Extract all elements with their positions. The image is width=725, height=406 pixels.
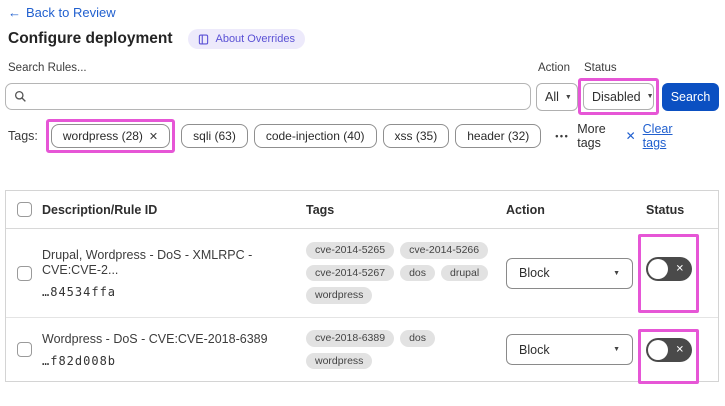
chevron-down-icon: ▼: [646, 93, 654, 100]
search-rules-input[interactable]: [33, 89, 522, 104]
rule-description: Drupal, Wordpress - DoS - XMLRPC - CVE:C…: [42, 247, 253, 277]
rule-tags: cve-2014-5265 cve-2014-5266 cve-2014-5267 d…: [306, 239, 506, 307]
search-rules-label: Search Rules...: [8, 62, 87, 74]
rule-tag: cve-2014-5266: [400, 242, 489, 259]
more-tags-label: More tags: [577, 122, 606, 150]
rules-table: Description/Rule ID Tags Action Status D…: [5, 190, 719, 384]
rule-tag: dos: [400, 330, 435, 347]
rule-tag: drupal: [441, 264, 489, 282]
selected-tag-highlight-box: wordpress (28) ✕: [45, 119, 176, 153]
rule-description: Wordpress - DoS - CVE:CVE-2018-6389: [42, 331, 268, 346]
tags-bar: Tags: wordpress (28) ✕ sqli (63) code-inj…: [8, 119, 719, 153]
select-all-checkbox[interactable]: [16, 202, 32, 217]
action-select[interactable]: Block ▼: [506, 334, 633, 365]
about-overrides-label: About Overrides: [215, 33, 295, 45]
status-label: Status: [584, 62, 617, 74]
toggle-off-icon: ✕: [675, 263, 684, 275]
status-toggle[interactable]: ✕: [646, 338, 692, 362]
row-checkbox[interactable]: [16, 265, 32, 281]
status-dropdown-value: Disabled: [592, 89, 641, 104]
close-icon: ✕: [625, 129, 636, 143]
tag-pill-list: sqli (63) code-injection (40) xss (35) head…: [181, 124, 542, 148]
tag-pill[interactable]: xss (35): [382, 124, 450, 148]
back-arrow-icon: ←: [8, 5, 21, 20]
table-row: Drupal, Wordpress - DoS - XMLRPC - CVE:C…: [6, 229, 718, 318]
status-highlight-box: Disabled ▼: [578, 78, 659, 115]
about-overrides-badge[interactable]: About Overrides: [188, 29, 305, 49]
action-select[interactable]: Block ▼: [506, 257, 633, 289]
action-dropdown[interactable]: All ▼: [536, 83, 578, 111]
status-toggle[interactable]: ✕: [646, 257, 692, 281]
remove-tag-icon[interactable]: ✕: [149, 130, 158, 143]
back-to-review-link[interactable]: ← Back to Review: [8, 5, 116, 20]
rule-tags: cve-2018-6389 dos wordpress: [306, 327, 506, 372]
tag-pill-label: wordpress (28): [62, 129, 143, 143]
column-action: Action: [506, 202, 545, 217]
clear-tags-label: Clear tags: [642, 122, 673, 150]
rule-id: …f82d008b: [42, 353, 117, 368]
chevron-down-icon: ▼: [613, 346, 620, 353]
column-tags: Tags: [306, 202, 335, 217]
rule-id: …84534ffa: [42, 284, 117, 299]
tag-pill[interactable]: header (32): [455, 124, 542, 148]
page-title: Configure deployment: [8, 30, 173, 47]
toggle-off-icon: ✕: [675, 344, 684, 356]
toggle-knob: [648, 340, 668, 360]
more-tags-button[interactable]: ••• More tags: [555, 122, 619, 150]
action-dropdown-value: All: [545, 90, 559, 104]
clear-tags-button[interactable]: ✕ Clear tags: [626, 122, 687, 150]
back-link-label: Back to Review: [26, 5, 116, 20]
search-button[interactable]: Search: [662, 83, 719, 111]
tag-pill[interactable]: sqli (63): [181, 124, 248, 148]
search-rules-box: [5, 83, 531, 110]
toggle-knob: [648, 259, 668, 279]
tag-pill[interactable]: code-injection (40): [253, 124, 377, 148]
chevron-down-icon: ▼: [613, 269, 620, 277]
tag-pill-wordpress[interactable]: wordpress (28) ✕: [50, 124, 171, 148]
action-select-value: Block: [519, 342, 550, 357]
rule-tag: dos: [400, 264, 435, 282]
row-checkbox[interactable]: [16, 342, 32, 357]
book-icon: [198, 33, 209, 45]
rule-tag: wordpress: [306, 287, 373, 304]
rule-tag: cve-2018-6389: [306, 330, 395, 347]
table-header-row: Description/Rule ID Tags Action Status: [6, 191, 718, 229]
rule-tag: cve-2014-5265: [306, 242, 395, 259]
search-icon: [14, 90, 27, 103]
table-row: Wordpress - DoS - CVE:CVE-2018-6389 …f82…: [6, 318, 718, 384]
action-label: Action: [538, 62, 570, 74]
status-dropdown[interactable]: Disabled ▼: [583, 83, 654, 110]
rule-tag: cve-2014-5267: [306, 264, 395, 282]
tags-label: Tags:: [8, 129, 38, 143]
action-select-value: Block: [519, 266, 550, 280]
column-status: Status: [646, 202, 685, 217]
chevron-down-icon: ▼: [564, 93, 572, 101]
ellipsis-icon: •••: [555, 131, 570, 141]
rule-tag: wordpress: [306, 352, 373, 369]
page-header: Configure deployment About Overrides: [8, 29, 305, 49]
column-description: Description/Rule ID: [42, 202, 158, 217]
